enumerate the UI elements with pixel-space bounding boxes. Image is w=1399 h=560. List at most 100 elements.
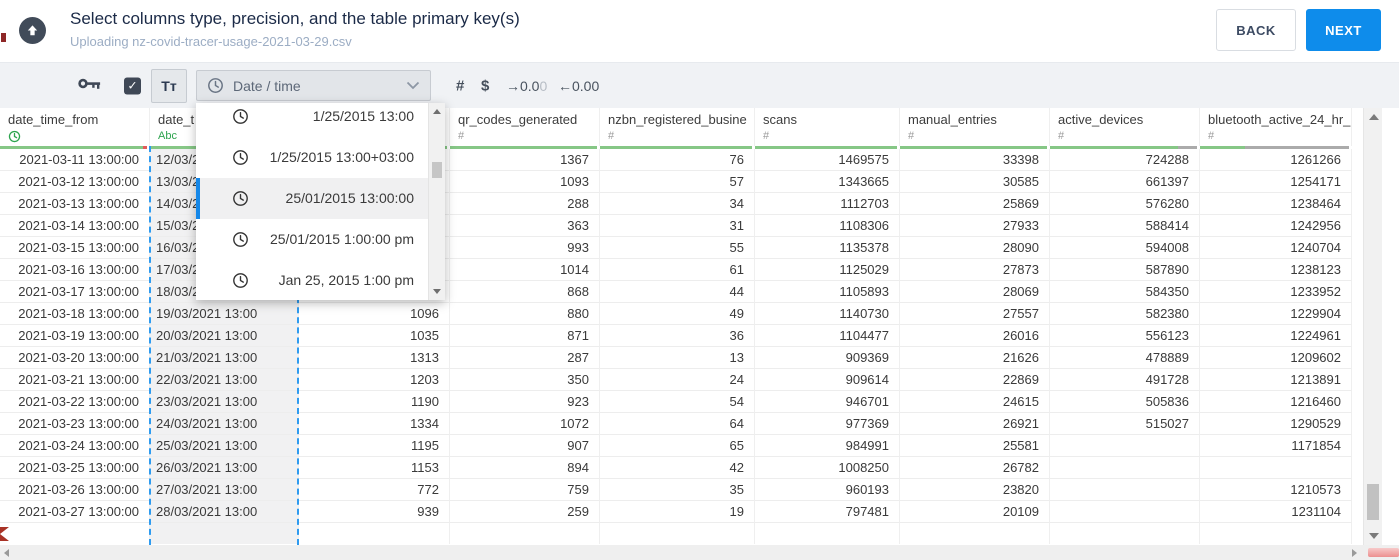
table-cell[interactable]: 1213891 [1200,369,1352,391]
table-cell[interactable]: 287 [450,347,600,369]
table-cell[interactable]: 1343665 [755,171,900,193]
table-cell[interactable]: 1313 [299,347,450,369]
text-type-button[interactable]: Tᴛ [151,69,187,103]
table-cell[interactable]: 23820 [900,479,1050,501]
table-cell[interactable]: 1190 [299,391,450,413]
table-cell[interactable]: 35 [600,479,755,501]
menu-scrollbar-thumb[interactable] [432,162,442,178]
table-cell[interactable]: 907 [450,435,600,457]
table-cell[interactable]: 923 [450,391,600,413]
table-cell[interactable]: 259 [450,501,600,523]
menu-item-date-format[interactable]: 1/25/2015 13:00+03:00 [196,137,428,178]
column-header[interactable]: scans # [755,108,900,146]
table-cell[interactable] [1050,501,1200,523]
table-cell[interactable]: 13 [600,347,755,369]
table-cell[interactable]: 1367 [450,149,600,171]
menu-item-date-format[interactable]: 25/01/2015 13:00:00 [196,178,428,219]
table-cell[interactable]: 984991 [755,435,900,457]
table-cell[interactable]: 26016 [900,325,1050,347]
table-cell[interactable]: 26921 [900,413,1050,435]
table-cell[interactable]: 909614 [755,369,900,391]
table-cell[interactable]: 960193 [755,479,900,501]
table-cell[interactable]: 1072 [450,413,600,435]
table-cell[interactable]: 587890 [1050,259,1200,281]
table-cell[interactable]: 27873 [900,259,1050,281]
table-cell[interactable]: 1229904 [1200,303,1352,325]
column-header[interactable]: nzbn_registered_busine # [600,108,755,146]
menu-scrollbar[interactable] [428,103,445,300]
table-cell[interactable]: 2021-03-23 13:00:00 [0,413,150,435]
table-cell[interactable] [1050,457,1200,479]
table-cell[interactable]: 21626 [900,347,1050,369]
scroll-left-arrow-icon[interactable] [4,549,9,557]
table-cell[interactable]: 880 [450,303,600,325]
table-cell[interactable]: 2021-03-24 13:00:00 [0,435,150,457]
table-cell[interactable]: 1203 [299,369,450,391]
table-cell[interactable]: 1112703 [755,193,900,215]
table-cell[interactable]: 55 [600,237,755,259]
table-cell[interactable]: 1469575 [755,149,900,171]
table-cell[interactable]: 2021-03-19 13:00:00 [0,325,150,347]
table-cell[interactable]: 2021-03-15 13:00:00 [0,237,150,259]
table-cell[interactable]: 2021-03-11 13:00:00 [0,149,150,171]
table-cell[interactable]: 1140730 [755,303,900,325]
table-cell[interactable]: 34 [600,193,755,215]
table-cell[interactable]: 993 [450,237,600,259]
table-cell[interactable]: 576280 [1050,193,1200,215]
table-cell[interactable]: 491728 [1050,369,1200,391]
table-cell[interactable]: 21/03/2021 13:00 [150,347,299,369]
table-cell[interactable]: 1242956 [1200,215,1352,237]
table-cell[interactable]: 28090 [900,237,1050,259]
menu-scroll-down-icon[interactable] [433,289,441,294]
table-cell[interactable]: 20109 [900,501,1050,523]
table-cell[interactable]: 22869 [900,369,1050,391]
table-cell[interactable]: 1224961 [1200,325,1352,347]
table-cell[interactable]: 1290529 [1200,413,1352,435]
table-cell[interactable]: 36 [600,325,755,347]
menu-item-date-format[interactable]: Jan 25, 2015 1:00 pm [196,260,428,300]
table-cell[interactable]: 661397 [1050,171,1200,193]
table-cell[interactable]: 594008 [1050,237,1200,259]
vertical-scrollbar-thumb[interactable] [1367,484,1379,520]
table-cell[interactable]: 1209602 [1200,347,1352,369]
table-cell[interactable] [1050,479,1200,501]
primary-key-icon[interactable] [78,76,101,96]
table-cell[interactable]: 1108306 [755,215,900,237]
table-cell[interactable]: 584350 [1050,281,1200,303]
table-cell[interactable]: 946701 [755,391,900,413]
table-cell[interactable]: 1171854 [1200,435,1352,457]
menu-scroll-up-icon[interactable] [433,109,441,114]
table-cell[interactable]: 1093 [450,171,600,193]
table-cell[interactable]: 28/03/2021 13:00 [150,501,299,523]
table-cell[interactable]: 27557 [900,303,1050,325]
currency-type-button[interactable]: $ [481,77,489,94]
table-cell[interactable]: 26782 [900,457,1050,479]
table-cell[interactable]: 1210573 [1200,479,1352,501]
table-cell[interactable]: 1104477 [755,325,900,347]
table-cell[interactable]: 30585 [900,171,1050,193]
table-cell[interactable]: 28069 [900,281,1050,303]
column-header[interactable]: qr_codes_generated # [450,108,600,146]
table-cell[interactable]: 2021-03-14 13:00:00 [0,215,150,237]
table-cell[interactable]: 64 [600,413,755,435]
scroll-up-arrow-icon[interactable] [1369,114,1379,120]
horizontal-scrollbar[interactable] [0,545,1399,560]
table-cell[interactable]: 1008250 [755,457,900,479]
back-button[interactable]: BACK [1216,9,1296,51]
column-header[interactable]: bluetooth_active_24_hr_ # [1200,108,1352,146]
menu-item-date-format[interactable]: 1/25/2015 13:00 [196,103,428,137]
table-cell[interactable]: 2021-03-20 13:00:00 [0,347,150,369]
table-cell[interactable]: 797481 [755,501,900,523]
table-cell[interactable]: 27/03/2021 13:00 [150,479,299,501]
table-cell[interactable]: 22/03/2021 13:00 [150,369,299,391]
table-cell[interactable]: 868 [450,281,600,303]
table-cell[interactable]: 2021-03-13 13:00:00 [0,193,150,215]
table-cell[interactable]: 19/03/2021 13:00 [150,303,299,325]
menu-item-date-format[interactable]: 25/01/2015 1:00:00 pm [196,219,428,260]
table-cell[interactable]: 27933 [900,215,1050,237]
table-cell[interactable]: 65 [600,435,755,457]
table-cell[interactable]: 1240704 [1200,237,1352,259]
table-cell[interactable]: 724288 [1050,149,1200,171]
table-cell[interactable]: 25581 [900,435,1050,457]
table-cell[interactable]: 23/03/2021 13:00 [150,391,299,413]
